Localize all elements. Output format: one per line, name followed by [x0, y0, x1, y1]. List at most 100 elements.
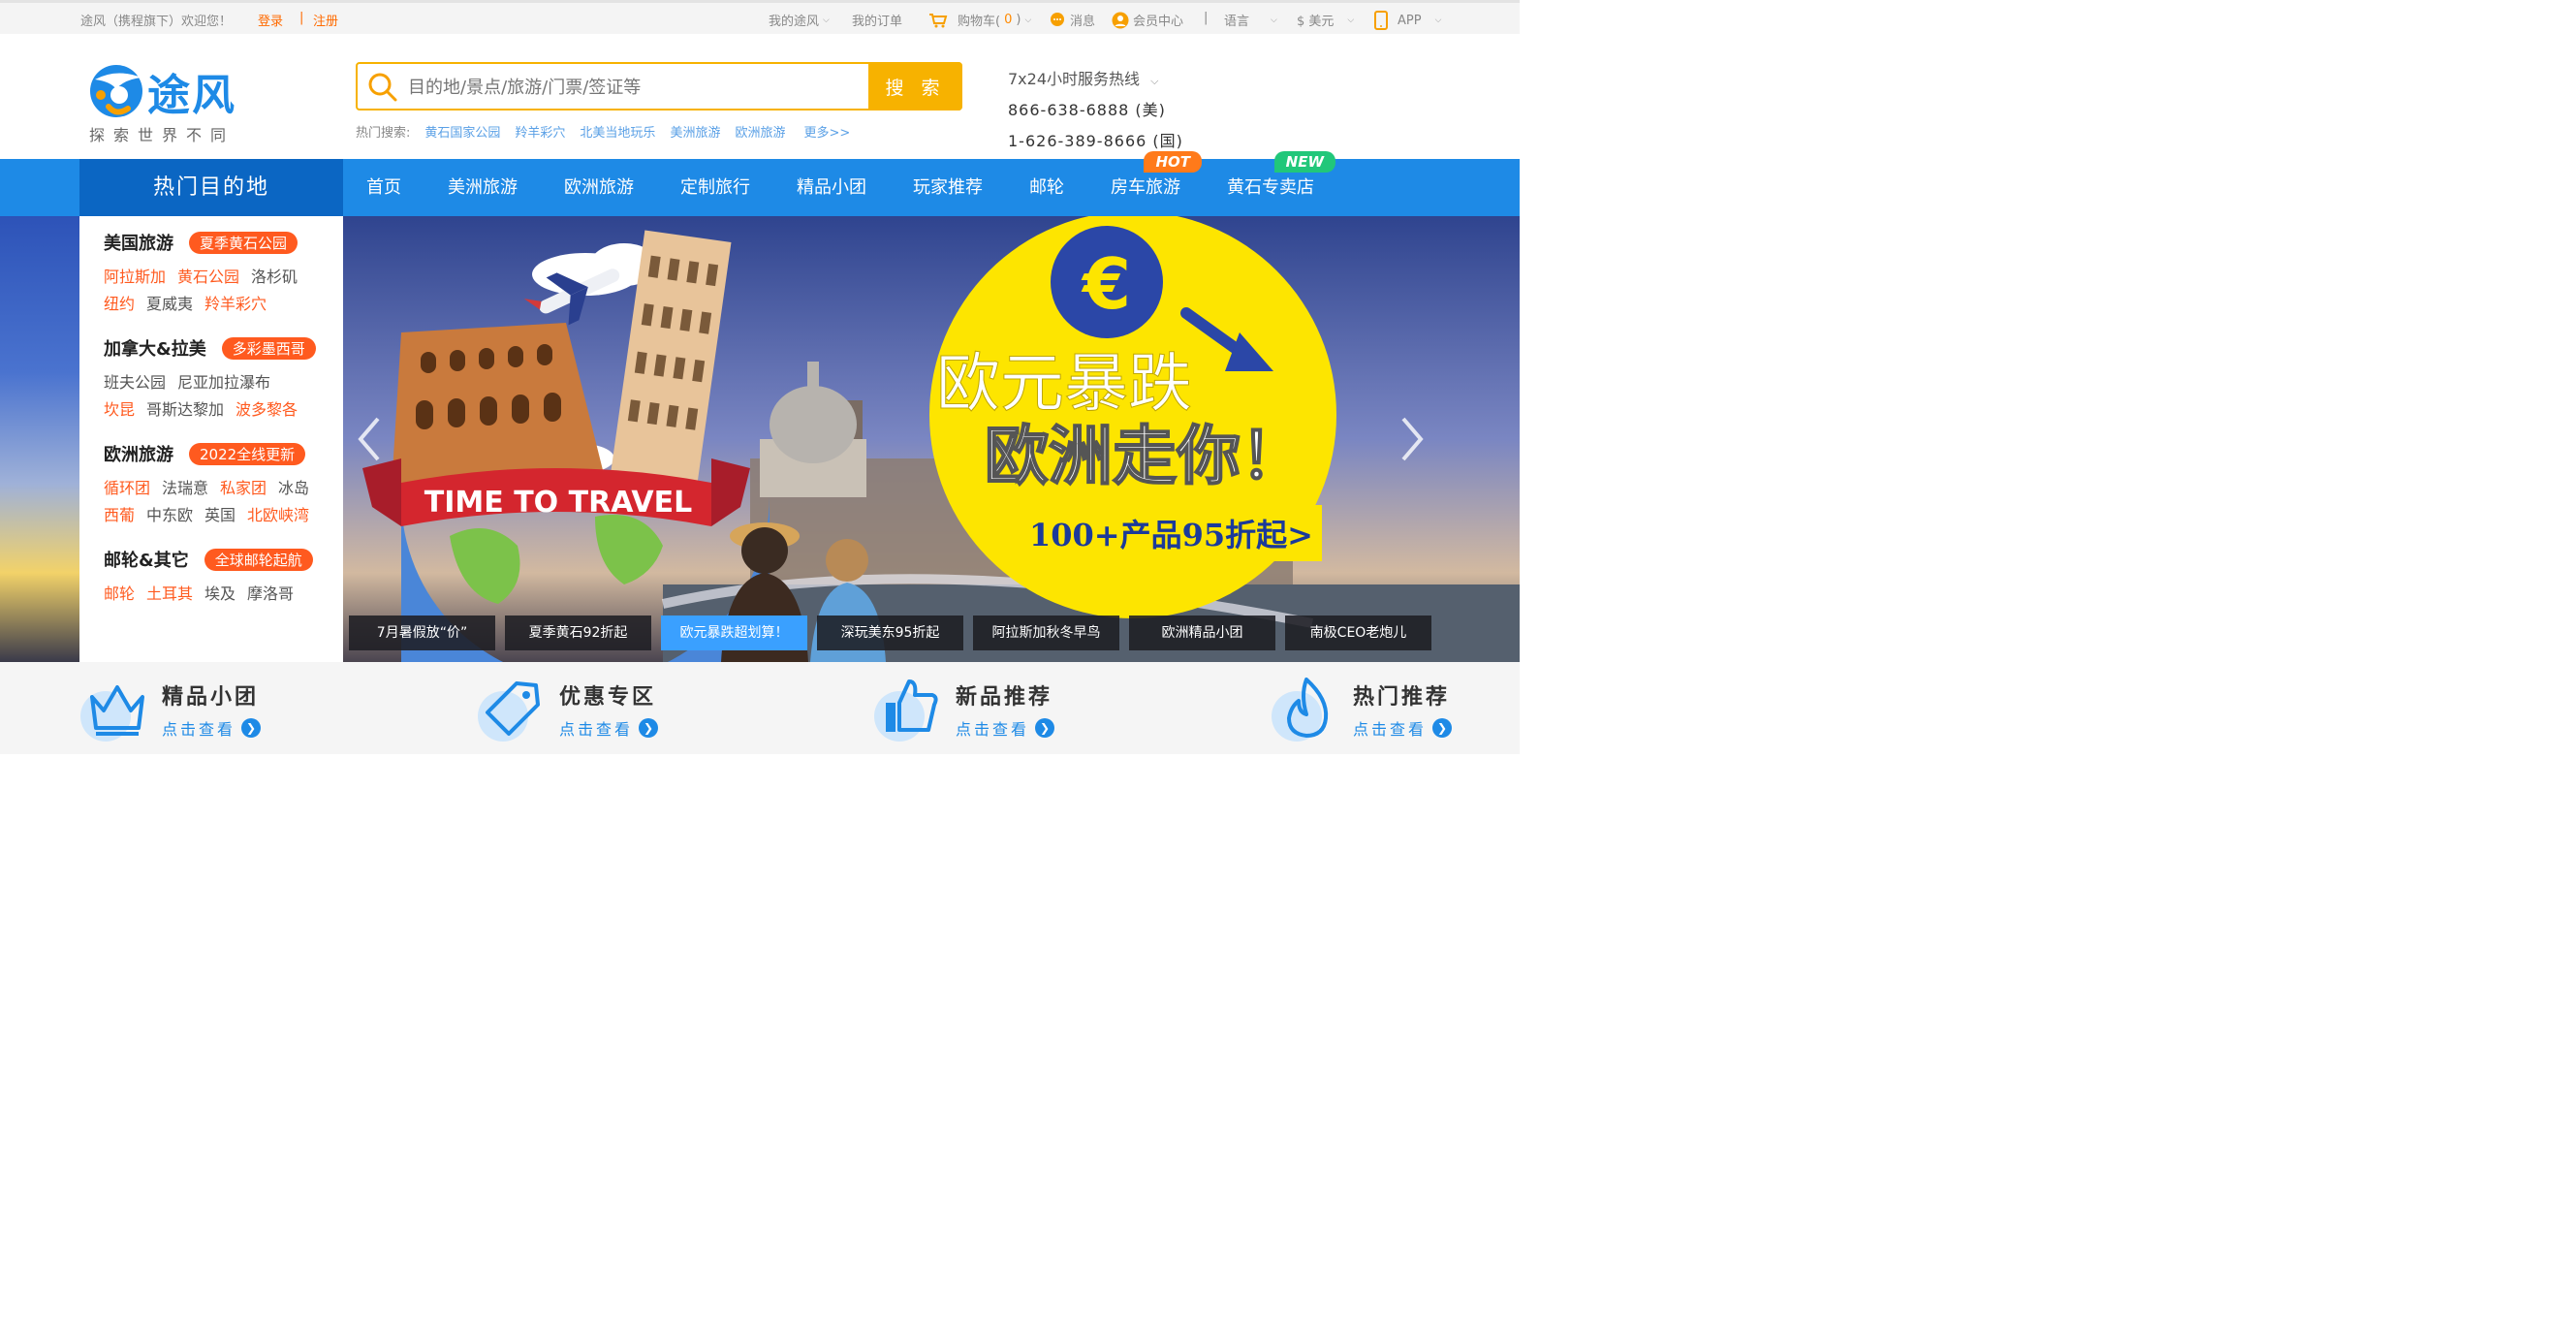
nav-item-small-groups[interactable]: 精品小团 [773, 159, 890, 216]
destination-link[interactable]: 埃及 [204, 581, 236, 608]
category-title[interactable]: 邮轮&其它 [104, 547, 189, 572]
site-logo[interactable]: 途风 探索世界不同 [87, 60, 242, 144]
chevron-down-icon: ⌵ [1150, 75, 1159, 87]
nav-label: 玩家推荐 [913, 177, 983, 198]
nav-item-rv-travel[interactable]: 房车旅游 HOT [1087, 151, 1204, 216]
tufeng-logo-icon [90, 65, 142, 117]
hotline-title-row[interactable]: 7x24小时服务热线 ⌵ [1008, 66, 1183, 89]
language-label: 语言 [1224, 15, 1250, 29]
nav-item-home[interactable]: 首页 [343, 159, 424, 216]
category-cruise-other: 邮轮&其它 全球邮轮起航 邮轮 土耳其 埃及 摩洛哥 [104, 547, 343, 608]
brand-slogan: 探索世界不同 [89, 126, 236, 144]
brand-name: 途风 [147, 71, 236, 120]
destination-link[interactable]: 纽约 [104, 291, 135, 318]
destination-link[interactable]: 羚羊彩穴 [204, 291, 267, 318]
search-button[interactable]: 搜 索 [868, 62, 962, 110]
slide-tab[interactable]: 南极CEO老炮儿 [1285, 616, 1431, 650]
feature-view-link[interactable]: 点击查看 ❯ [162, 716, 262, 740]
category-tag[interactable]: 全球邮轮起航 [204, 548, 313, 571]
hot-search-item[interactable]: 欧洲旅游 [735, 122, 785, 141]
nav-item-player-picks[interactable]: 玩家推荐 [890, 159, 1006, 216]
destination-link[interactable]: 尼亚加拉瀑布 [177, 369, 270, 396]
flame-icon [1272, 678, 1329, 742]
my-orders-label: 我的订单 [852, 15, 903, 29]
hot-destinations-panel: 美国旅游 夏季黄石公园 阿拉斯加 黄石公园 洛杉矶 纽约 夏威夷 羚羊彩穴 加拿… [79, 216, 343, 662]
euro-symbol: € [1081, 243, 1131, 325]
destination-link[interactable]: 循环团 [104, 475, 150, 502]
carousel-next-arrow[interactable] [1398, 415, 1427, 463]
slide-tab[interactable]: 欧洲精品小团 [1129, 616, 1275, 650]
banner-promo-text: 100+产品95折起> [1029, 517, 1313, 553]
category-europe: 欧洲旅游 2022全线更新 循环团 法瑞意 私家团 冰岛 西葡 中东欧 英国 北… [104, 441, 343, 529]
category-tag[interactable]: 多彩墨西哥 [221, 336, 316, 360]
currency-label: $ 美元 [1297, 15, 1335, 29]
slide-tab[interactable]: 阿拉斯加秋冬早鸟 [973, 616, 1119, 650]
slide-tab-active[interactable]: 欧元暴跌超划算！ [661, 616, 807, 650]
hot-search-more-link[interactable]: 更多>> [803, 122, 850, 141]
member-center-link[interactable]: 会员中心 [1112, 11, 1183, 29]
destination-link[interactable]: 邮轮 [104, 581, 135, 608]
hot-search-item[interactable]: 北美当地玩乐 [580, 122, 655, 141]
category-usa: 美国旅游 夏季黄石公园 阿拉斯加 黄石公园 洛杉矶 纽约 夏威夷 羚羊彩穴 [104, 230, 343, 318]
promo-banner[interactable]: TIME TO TRAVEL € 欧元暴跌 欧洲走你！ 100+产品95折起> [343, 216, 1520, 662]
category-canada-latam: 加拿大&拉美 多彩墨西哥 班夫公园 尼亚加拉瀑布 坎昆 哥斯达黎加 波多黎各 [104, 335, 343, 424]
hot-search-item[interactable]: 黄石国家公园 [424, 122, 500, 141]
messages-link[interactable]: 消息 [1049, 11, 1095, 29]
feature-view-link[interactable]: 点击查看 ❯ [956, 716, 1055, 740]
destination-link[interactable]: 北欧峡湾 [247, 502, 309, 529]
carousel-slide-tabs: 7月暑假放“价” 夏季黄石92折起 欧元暴跌超划算！ 深玩美东95折起 阿拉斯加… [349, 616, 1431, 650]
app-menu[interactable]: APP ⌵ [1374, 11, 1441, 30]
destination-link[interactable]: 班夫公园 [104, 369, 166, 396]
nav-item-europe[interactable]: 欧洲旅游 [541, 159, 657, 216]
destination-link[interactable]: 中东欧 [146, 502, 193, 529]
top-utility-bar: 途风（携程旗下）欢迎您！ 登录 | 注册 我的途风 ⌵ 我的订单 购物车(0) … [0, 0, 1520, 34]
destination-link[interactable]: 西葡 [104, 502, 135, 529]
chevron-down-icon: ⌵ [1434, 16, 1442, 25]
destination-link[interactable]: 土耳其 [146, 581, 193, 608]
search-input[interactable] [408, 72, 864, 103]
destination-link[interactable]: 法瑞意 [162, 475, 208, 502]
feature-view-link[interactable]: 点击查看 ❯ [559, 716, 659, 740]
destination-link[interactable]: 私家团 [220, 475, 267, 502]
cart-menu[interactable]: 购物车(0) ⌵ [928, 11, 1031, 29]
destination-link[interactable]: 哥斯达黎加 [146, 396, 224, 424]
destination-link[interactable]: 夏威夷 [146, 291, 193, 318]
hot-destinations-tab[interactable]: 热门目的地 [79, 159, 343, 216]
nav-item-custom-travel[interactable]: 定制旅行 [657, 159, 773, 216]
cart-count: 0 [1004, 13, 1013, 27]
destination-link[interactable]: 坎昆 [104, 396, 135, 424]
currency-menu[interactable]: $ 美元 ⌵ [1297, 11, 1354, 29]
register-link[interactable]: 注册 [313, 11, 338, 29]
slide-tab[interactable]: 深玩美东95折起 [817, 616, 963, 650]
login-link[interactable]: 登录 [258, 11, 283, 29]
destination-link[interactable]: 阿拉斯加 [104, 264, 166, 291]
login-register-divider: | [299, 11, 304, 25]
hot-search-item[interactable]: 羚羊彩穴 [515, 122, 565, 141]
my-orders-link[interactable]: 我的订单 [852, 11, 902, 29]
hotline-title: 7x24小时服务热线 [1008, 70, 1141, 88]
nav-item-americas[interactable]: 美洲旅游 [424, 159, 541, 216]
nav-label: 美洲旅游 [448, 177, 518, 198]
chevron-right-icon: ❯ [639, 718, 659, 738]
my-tufeng-menu[interactable]: 我的途风 ⌵ [769, 11, 830, 29]
destination-link[interactable]: 黄石公园 [177, 264, 239, 291]
nav-item-cruise[interactable]: 邮轮 [1006, 159, 1087, 216]
category-title[interactable]: 欧洲旅游 [104, 441, 173, 466]
category-tag[interactable]: 夏季黄石公园 [189, 231, 298, 254]
user-icon [1112, 12, 1129, 28]
destination-link[interactable]: 摩洛哥 [247, 581, 294, 608]
category-title[interactable]: 加拿大&拉美 [104, 335, 206, 361]
language-menu[interactable]: 语言 ⌵ [1224, 11, 1277, 29]
feature-view-link[interactable]: 点击查看 ❯ [1353, 716, 1453, 740]
destination-link[interactable]: 英国 [204, 502, 236, 529]
destination-link[interactable]: 洛杉矶 [251, 264, 298, 291]
carousel-prev-arrow[interactable] [355, 415, 384, 463]
destination-link[interactable]: 冰岛 [278, 475, 309, 502]
destination-link[interactable]: 波多黎各 [236, 396, 298, 424]
slide-tab[interactable]: 夏季黄石92折起 [505, 616, 651, 650]
hot-search-item[interactable]: 美洲旅游 [670, 122, 720, 141]
slide-tab[interactable]: 7月暑假放“价” [349, 616, 495, 650]
category-tag[interactable]: 2022全线更新 [189, 442, 306, 465]
category-title[interactable]: 美国旅游 [104, 230, 173, 255]
nav-item-yellowstone-store[interactable]: 黄石专卖店 NEW [1204, 151, 1337, 216]
